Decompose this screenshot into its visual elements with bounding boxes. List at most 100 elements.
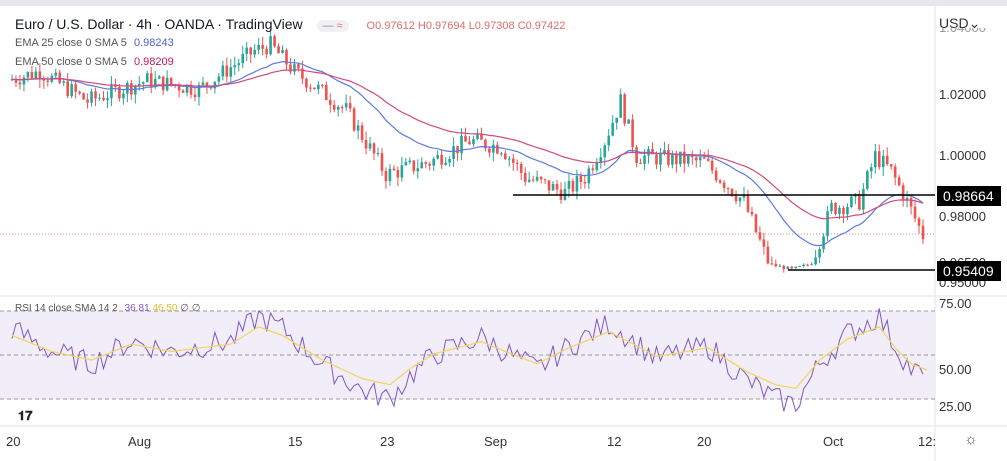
rsi-legend[interactable]: RSI 14 close SMA 14 2 36.81 46.50 ∅ ∅ (15, 303, 200, 314)
candle-body (722, 182, 726, 189)
candle-body (591, 168, 595, 171)
candle-body (221, 65, 225, 77)
candle-body (169, 77, 173, 85)
candle-body (866, 171, 869, 189)
price-label: 1.00000 (939, 148, 986, 163)
candle-body (643, 155, 646, 164)
candle-body (257, 44, 260, 50)
candle-body (237, 63, 241, 66)
candle-body (328, 100, 332, 105)
candle-body (217, 76, 221, 82)
candle-body (472, 139, 475, 145)
candle-body (858, 193, 861, 210)
candle-body (74, 84, 77, 92)
candle-body (356, 125, 360, 131)
candle-body (22, 77, 26, 85)
candle-body (786, 266, 790, 270)
candle-body (66, 81, 69, 97)
candle-body (738, 197, 742, 202)
candle-body (58, 72, 62, 83)
price-chart[interactable] (0, 6, 1007, 461)
candle-body (619, 94, 622, 118)
candle-body (846, 206, 849, 215)
price-label: 1.02000 (939, 87, 986, 102)
candle-body (364, 139, 368, 149)
candle-body (511, 158, 515, 163)
candle-body (687, 155, 690, 164)
candle-body (635, 147, 638, 163)
candle-body (309, 87, 312, 89)
candle-body (754, 214, 758, 233)
candle-body (758, 232, 762, 240)
candle-body (157, 76, 161, 79)
candle-body (822, 236, 825, 250)
candle-body (897, 177, 901, 186)
candle-body (496, 144, 499, 154)
candle-body (181, 90, 185, 93)
candle-body (348, 103, 352, 109)
candle-body (468, 141, 471, 145)
tradingview-logo-icon: 𝟏𝟕 (18, 408, 33, 423)
ema-50-line (11, 69, 924, 220)
candle-body (336, 106, 340, 110)
time-label: 15 (288, 434, 303, 449)
candle-body (742, 195, 746, 198)
candle-body (269, 36, 272, 55)
candle-body (575, 176, 579, 192)
symbol-title[interactable]: Euro / U.S. Dollar · 4h · OANDA · Tradin… (15, 16, 303, 32)
candle-body (531, 179, 535, 181)
candle-body (746, 195, 750, 212)
ohlc-values: O0.97612 H0.97694 L0.97308 C0.97422 (366, 20, 566, 32)
candle-body (627, 119, 630, 124)
candle-body (901, 185, 905, 201)
candle-body (245, 47, 249, 54)
candle-body (265, 48, 268, 55)
candle-body (428, 163, 432, 166)
candle-body (229, 67, 233, 77)
candle-body (440, 154, 443, 165)
rsi-axis-label: 75.00 (939, 296, 972, 311)
candle-body (46, 80, 50, 82)
candle-body (400, 165, 404, 178)
candle-body (372, 143, 376, 154)
candle-body (818, 249, 821, 258)
candle-body (607, 135, 611, 146)
candle-body (667, 149, 670, 165)
compare-icon[interactable]: — ≈ (316, 20, 349, 32)
candle-body (30, 71, 34, 79)
candle-body (94, 91, 97, 99)
candle-body (432, 158, 435, 166)
time-label: Aug (128, 434, 152, 449)
candle-body (555, 183, 559, 190)
time-label: 12:0 (918, 434, 936, 449)
candle-body (810, 264, 813, 266)
candle-body (834, 203, 837, 214)
time-label: 20 (6, 434, 21, 449)
ema25-legend[interactable]: EMA 25 close 0 SMA 5 0.98243 (15, 37, 174, 49)
candle-body (408, 160, 412, 163)
candle-body (893, 166, 897, 178)
candle-body (392, 168, 396, 171)
candle-body (297, 64, 300, 69)
candle-body (515, 162, 519, 165)
candle-body (436, 154, 439, 159)
price-label: 1.04000 (939, 28, 1001, 36)
candle-body (909, 197, 913, 207)
symbol-legend: Euro / U.S. Dollar · 4h · OANDA · Tradin… (15, 16, 565, 32)
candle-body (750, 211, 754, 215)
candle-body (492, 144, 495, 153)
candle-body (870, 167, 873, 172)
candle-body (261, 44, 264, 49)
resistance-level-tag: 0.98664 (937, 186, 1001, 206)
candle-body (889, 164, 893, 167)
candle-body (500, 153, 503, 155)
candle-body (567, 181, 571, 189)
candle-body (766, 246, 770, 264)
candle-body (344, 103, 348, 108)
ema50-legend[interactable]: EMA 50 close 0 SMA 5 0.98209 (15, 56, 174, 68)
candle-body (603, 145, 607, 158)
candle-body (507, 158, 511, 160)
time-label: Sep (484, 434, 508, 449)
candle-body (698, 157, 702, 161)
settings-gear-icon[interactable]: ☼ (964, 431, 978, 448)
